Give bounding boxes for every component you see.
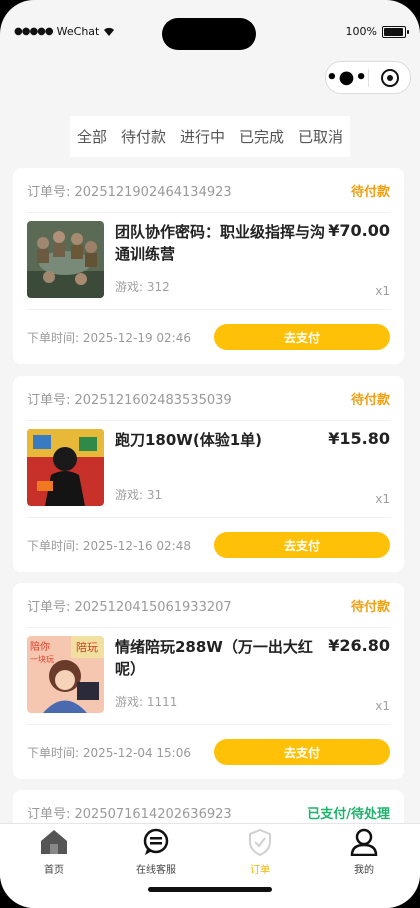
dynamic-island [162, 18, 256, 50]
bottom-tab-bar: 首页 在线客服 订单 我的 [0, 823, 420, 908]
order-card[interactable]: 订单号: 2025120415061933207 待付款 陪你 一块玩 陪玩 情… [13, 583, 404, 779]
tabbar-profile[interactable]: 我的 [324, 828, 404, 876]
product-price: ¥26.80 [328, 636, 390, 655]
order-footer: 下单时间: 2025-12-04 15:06 去支付 [27, 724, 390, 779]
tab-pending-payment[interactable]: 待付款 [121, 126, 166, 147]
tabbar-customer-service[interactable]: 在线客服 [116, 828, 196, 876]
order-card[interactable]: 订单号: 2025121602483535039 待付款 跑刀180W(体验1单… [13, 376, 404, 572]
order-time: 下单时间: 2025-12-19 02:46 [27, 330, 191, 345]
tabbar-label: 在线客服 [136, 865, 176, 876]
tab-completed[interactable]: 已完成 [239, 126, 284, 147]
battery-icon [382, 25, 409, 38]
pay-button[interactable]: 去支付 [214, 324, 390, 350]
order-header: 订单号: 2025120415061933207 待付款 [27, 583, 390, 628]
product-price: ¥70.00 [328, 221, 390, 240]
product-title: 跑刀180W(体验1单) [115, 431, 263, 449]
order-time: 下单时间: 2025-12-16 02:48 [27, 538, 191, 553]
more-menu-icon[interactable]: •●• [326, 67, 368, 88]
order-body: 陪你 一块玩 陪玩 情绪陪玩288W（万一出大红呢） ¥26.80 游戏: 11… [27, 636, 390, 713]
shield-check-icon [249, 828, 271, 857]
order-status: 待付款 [350, 184, 390, 200]
tab-all[interactable]: 全部 [77, 126, 107, 147]
wifi-icon [104, 27, 115, 36]
order-footer: 下单时间: 2025-12-19 02:46 去支付 [27, 309, 390, 364]
product-thumbnail [27, 429, 104, 506]
status-left: ●●●●● WeChat [14, 25, 115, 38]
product-title: 情绪陪玩288W（万一出大红呢） [115, 638, 313, 678]
order-filter-tabs: 全部 待付款 进行中 已完成 已取消 [70, 116, 350, 157]
target-icon [380, 68, 399, 87]
quantity: x1 [375, 492, 390, 506]
pay-button[interactable]: 去支付 [214, 532, 390, 558]
status-right: 100% [345, 25, 409, 38]
quantity: x1 [375, 699, 390, 713]
svg-text:陪你: 陪你 [30, 640, 50, 653]
user-icon [350, 828, 378, 857]
home-icon [41, 830, 67, 854]
product-title: 团队协作密码：职业级指挥与沟通训练营 [115, 223, 326, 263]
home-indicator [148, 887, 272, 892]
product-thumbnail: 陪你 一块玩 陪玩 [27, 636, 104, 713]
order-header: 订单号: 2025121602483535039 待付款 [27, 376, 390, 421]
order-body: 团队协作密码：职业级指挥与沟通训练营 ¥70.00 游戏: 312 x1 [27, 221, 390, 298]
tab-in-progress[interactable]: 进行中 [180, 126, 225, 147]
tabbar-label: 首页 [44, 865, 64, 876]
carrier-label: WeChat [56, 25, 100, 38]
order-status: 待付款 [350, 599, 390, 615]
tabbar-home[interactable]: 首页 [14, 828, 94, 876]
order-number: 订单号: 2025071614202636923 [27, 806, 232, 822]
pay-button[interactable]: 去支付 [214, 739, 390, 765]
svg-text:陪玩: 陪玩 [76, 640, 98, 654]
signal-icon: ●●●●● [14, 26, 54, 37]
product-price: ¥15.80 [328, 429, 390, 448]
order-number: 订单号: 2025121602483535039 [27, 392, 232, 408]
close-mini-program-button[interactable] [369, 68, 410, 87]
game-id: 游戏: 31 [115, 488, 163, 502]
battery-percent: 100% [345, 25, 377, 38]
chat-icon [143, 828, 169, 855]
order-card[interactable]: 订单号: 2025121902464134923 待付款 团队协作密码：职业级指… [13, 168, 404, 364]
tab-cancelled[interactable]: 已取消 [298, 126, 343, 147]
mini-program-capsule: •●• [325, 61, 411, 94]
order-status: 待付款 [350, 392, 390, 408]
game-id: 游戏: 1111 [115, 695, 178, 709]
order-status: 已支付/待处理 [307, 806, 390, 822]
quantity: x1 [375, 284, 390, 298]
product-thumbnail [27, 221, 104, 298]
order-time: 下单时间: 2025-12-04 15:06 [27, 745, 191, 760]
order-number: 订单号: 2025121902464134923 [27, 184, 232, 200]
game-id: 游戏: 312 [115, 280, 170, 294]
order-body: 跑刀180W(体验1单) ¥15.80 游戏: 31 x1 [27, 429, 390, 506]
phone-screen: ●●●●● WeChat 100% •●• 全部 待付款 进行中 已完成 已取消… [0, 0, 420, 908]
tabbar-orders[interactable]: 订单 [220, 828, 300, 876]
order-number: 订单号: 2025120415061933207 [27, 599, 232, 615]
order-footer: 下单时间: 2025-12-16 02:48 去支付 [27, 517, 390, 572]
tabbar-label: 我的 [354, 865, 374, 876]
order-header: 订单号: 2025121902464134923 待付款 [27, 168, 390, 213]
tabbar-label: 订单 [250, 865, 270, 876]
svg-text:一块玩: 一块玩 [30, 654, 54, 664]
